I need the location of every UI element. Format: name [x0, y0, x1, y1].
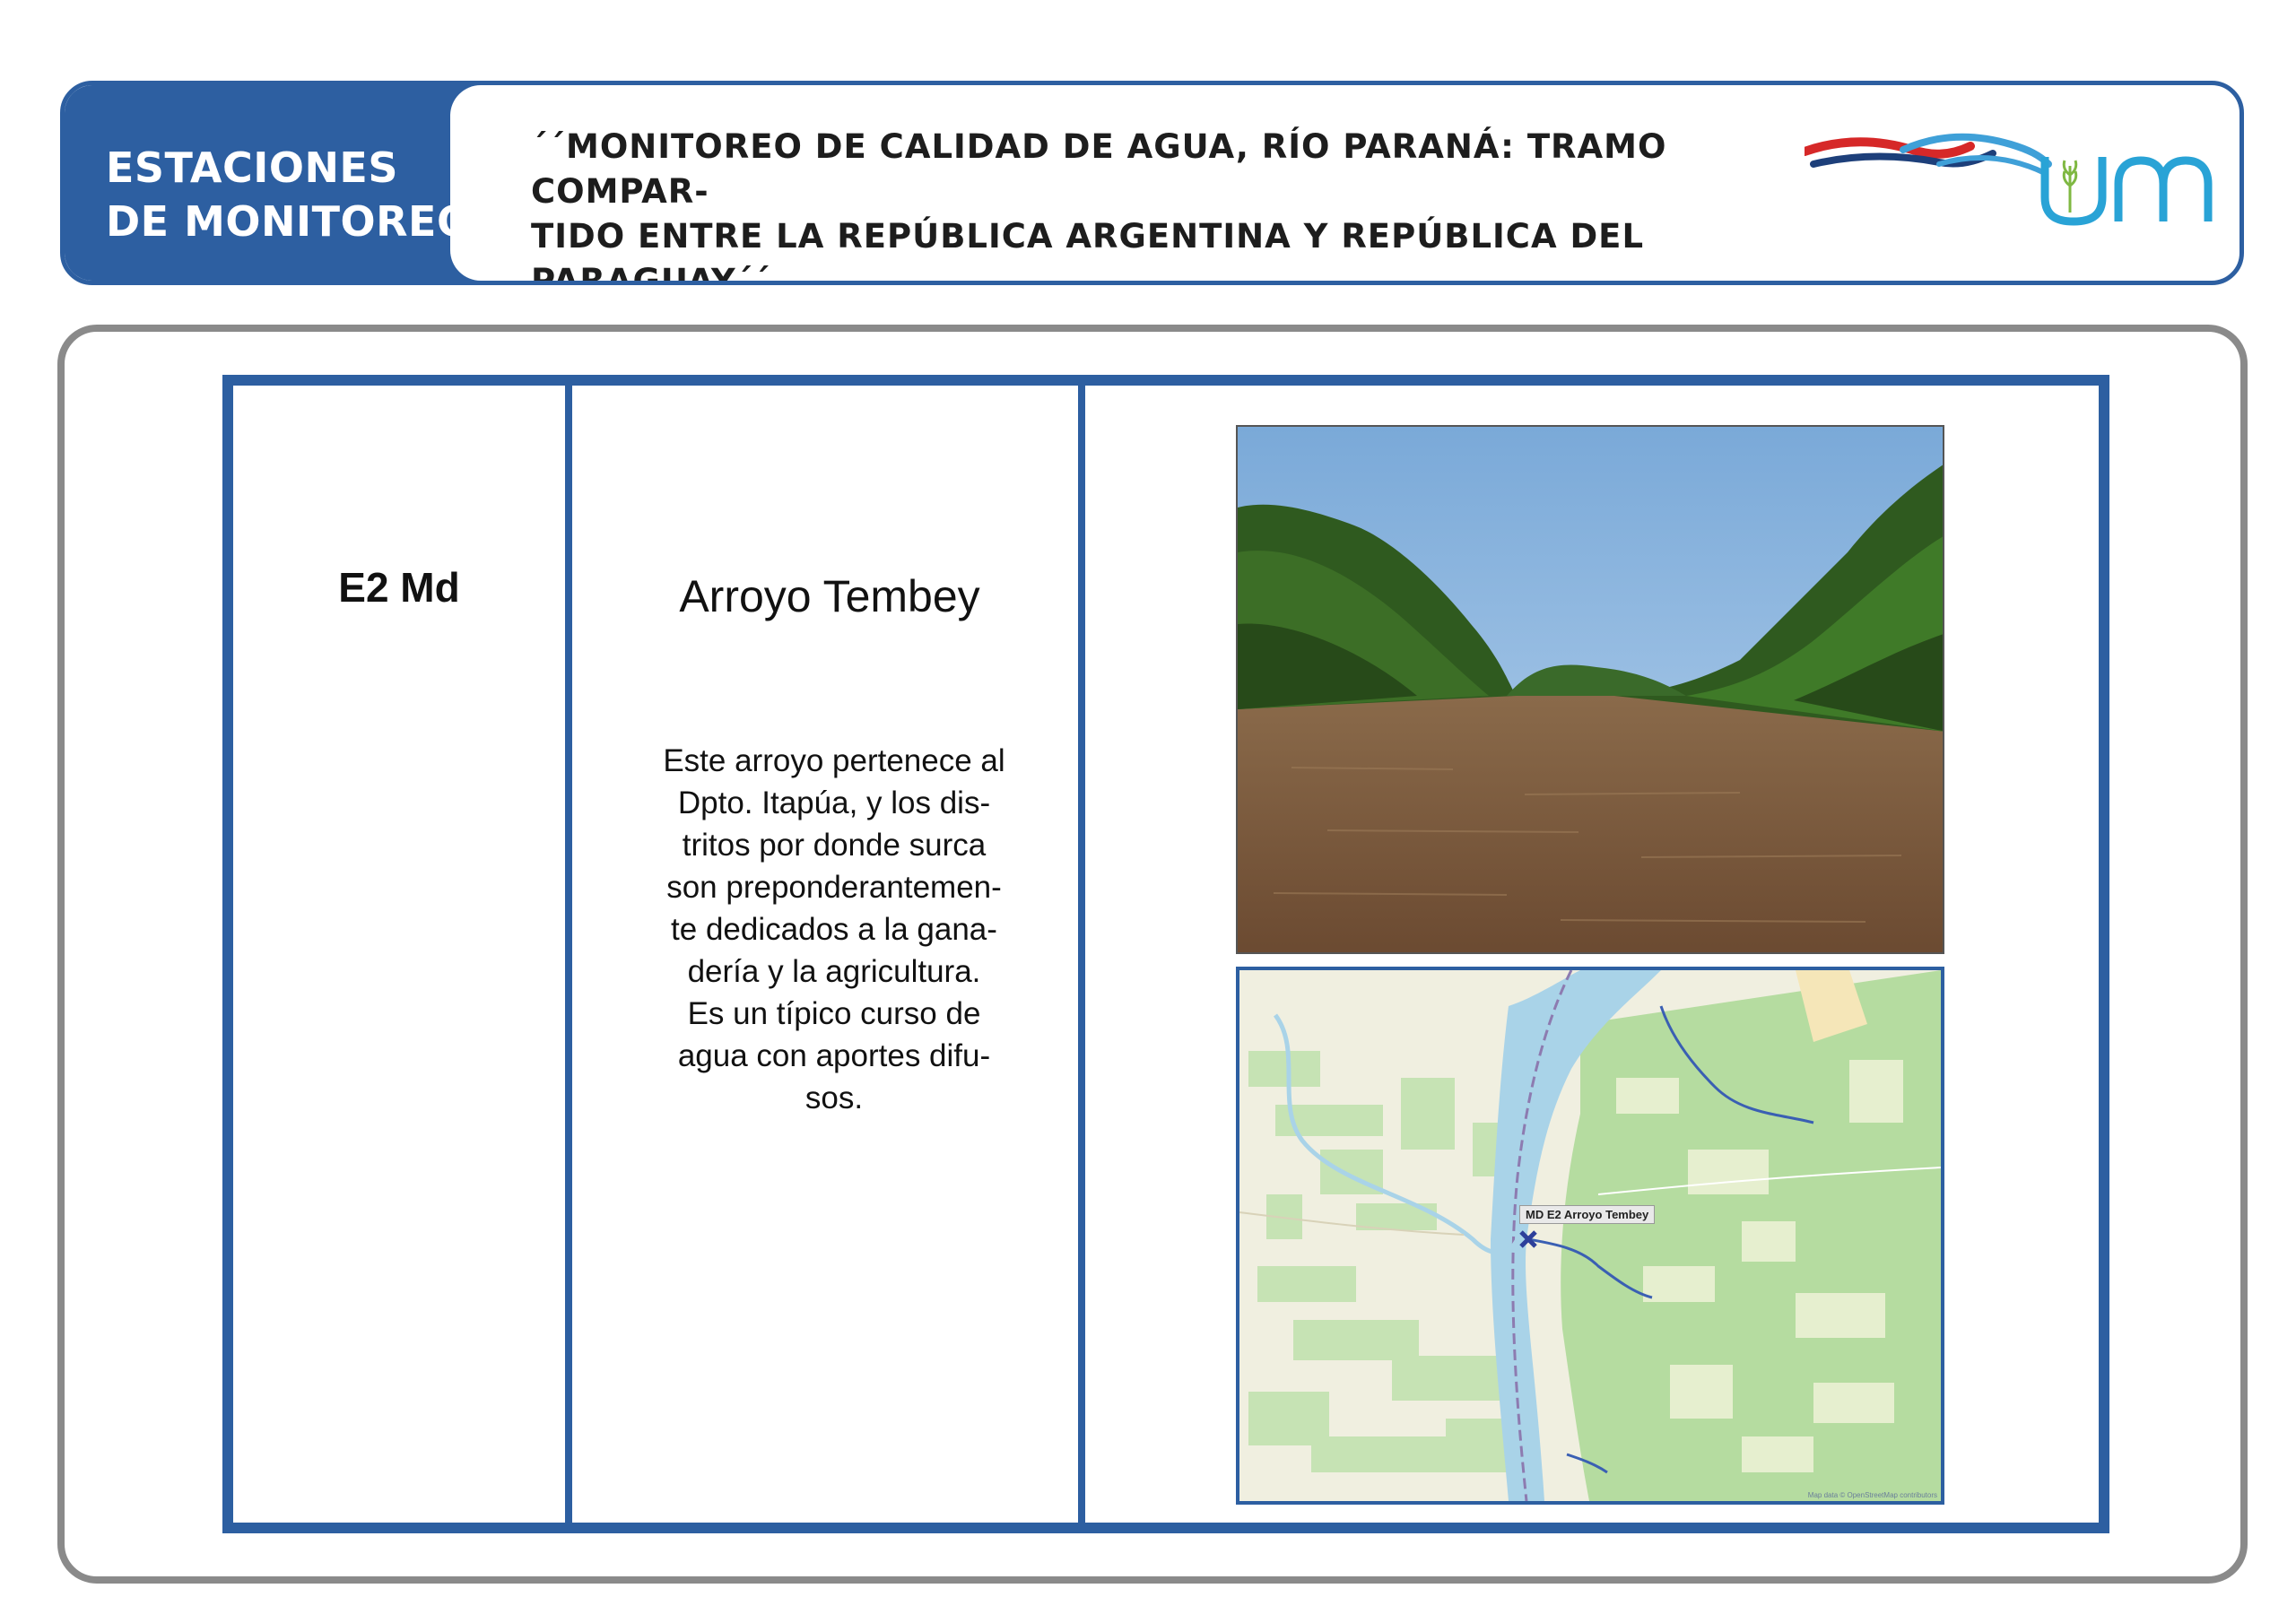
section-label-line-2: DE MONITOREO [106, 197, 473, 246]
river-photo-image [1238, 427, 1943, 952]
description-line: tritos por donde surca [682, 828, 987, 863]
map-attribution: Map data © OpenStreetMap contributors [1807, 1491, 1937, 1499]
title-panel: ´´MONITOREO DE CALIDAD DE AGUA, RÍO PARA… [486, 85, 1849, 281]
document-title: ´´MONITOREO DE CALIDAD DE AGUA, RÍO PARA… [531, 125, 1849, 285]
description-line: son preponderantemen- [666, 870, 1002, 905]
section-label: ESTACIONES DE MONITOREO [106, 141, 473, 248]
station-map: MD E2 Arroyo Tembey Map data © OpenStree… [1236, 967, 1944, 1505]
station-map-image [1239, 970, 1941, 1501]
description-line: dería y la agricultura. [687, 954, 981, 989]
station-description: Este arroyo pertenece al Dpto. Itapúa, y… [587, 740, 1081, 1119]
comip-logo [1769, 130, 2056, 247]
station-name: Arroyo Tembey [679, 571, 980, 621]
river-photo [1236, 425, 1944, 954]
section-label-box: ESTACIONES DE MONITOREO [65, 85, 486, 281]
description-line: Dpto. Itapúa, y los dis- [677, 785, 991, 820]
description-line: Es un típico curso de [687, 996, 981, 1031]
station-table: E2 Md Arroyo Tembey Este arroyo pertenec… [222, 375, 2109, 1533]
document-title-line-2: TIDO ENTRE LA REPÚBLICA ARGENTINA Y REPÚ… [531, 217, 1645, 285]
section-label-line-1: ESTACIONES [106, 143, 398, 192]
table-divider-1 [565, 386, 572, 1523]
document-title-line-1: ´´MONITOREO DE CALIDAD DE AGUA, RÍO PARA… [531, 127, 1667, 211]
description-line: te dedicados a la gana- [671, 912, 997, 947]
description-line: Este arroyo pertenece al [663, 743, 1005, 778]
map-marker-label: MD E2 Arroyo Tembey [1519, 1205, 1656, 1224]
comip-flag-waves-icon [1805, 133, 2052, 176]
description-line: agua con aportes difu- [677, 1038, 991, 1073]
header-banner: ESTACIONES DE MONITOREO ´´MONITOREO DE C… [60, 81, 2244, 285]
una-logo-icon [2040, 156, 2213, 226]
station-code: E2 Md [338, 564, 460, 611]
description-line: sos. [804, 1081, 864, 1115]
